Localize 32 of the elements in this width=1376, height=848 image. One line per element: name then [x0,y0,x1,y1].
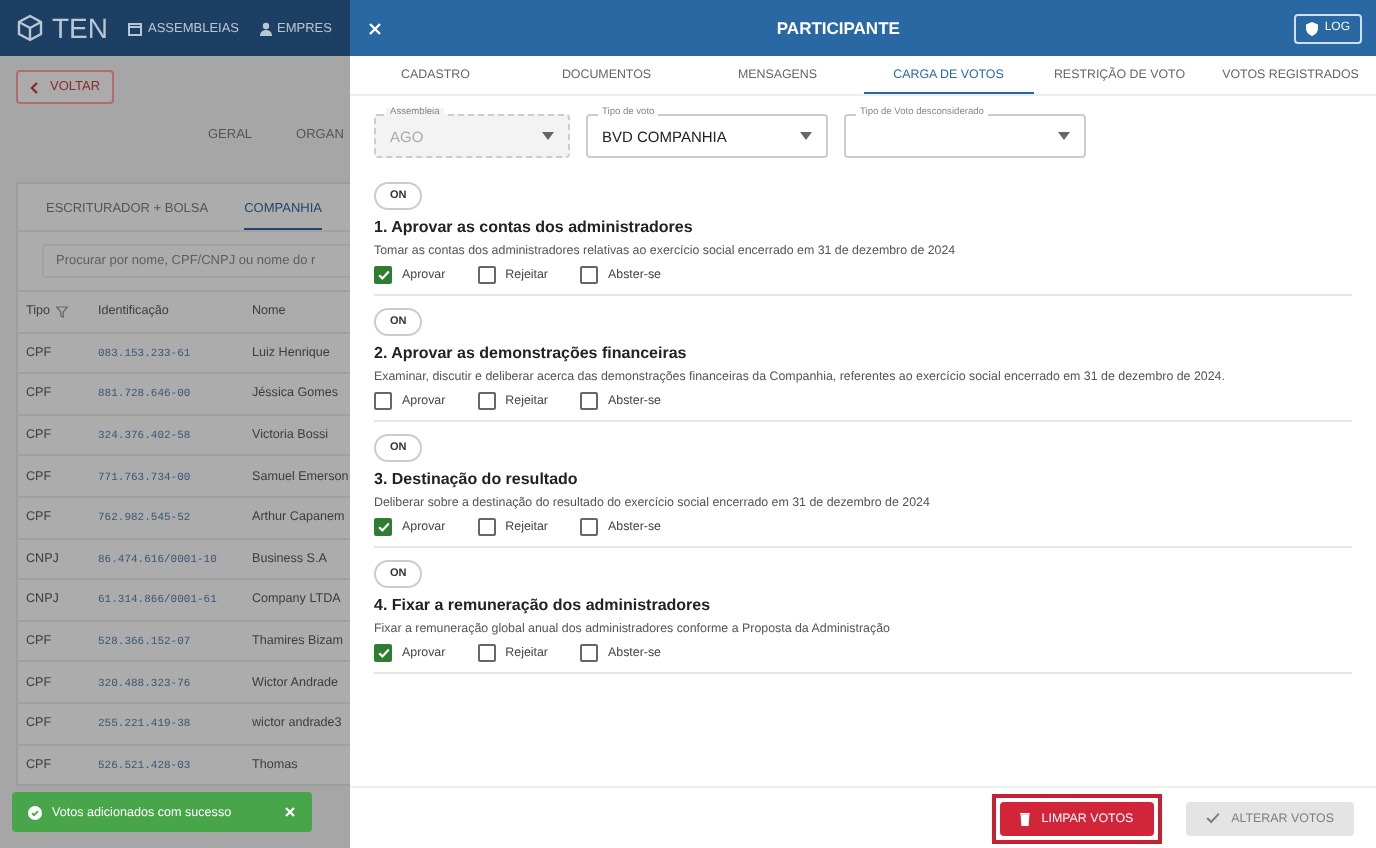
checkbox[interactable] [374,644,392,662]
checkbox[interactable] [580,644,598,662]
resolution-title: 1. Aprovar as contas dos administradores [374,218,695,236]
checkbox[interactable] [580,518,598,536]
trash-icon [1019,811,1030,825]
checkbox[interactable] [580,266,598,284]
checkbox[interactable] [477,266,496,284]
resolution-title: 3. Destinação do resultado [374,470,580,488]
resolution-title: 4. Fixar a remuneração dos administradores [374,596,713,614]
caret-icon [1058,132,1070,140]
checkbox[interactable] [477,644,496,662]
logo-text: TEN [52,12,108,44]
check-circle-icon [28,805,42,819]
checkbox[interactable] [374,392,392,410]
drawer-title: PARTICIPANTE [774,18,902,38]
checkbox[interactable] [374,266,392,284]
chevron-left-icon [30,81,38,93]
close-icon[interactable] [368,21,382,35]
shield-icon [1306,21,1319,35]
checkbox[interactable] [580,392,598,410]
filter-icon[interactable] [56,305,69,318]
person-icon [259,21,272,35]
checkbox[interactable] [374,518,392,536]
resolution-title: 2. Aprovar as demonstrações financeiras [374,344,689,362]
logo-icon [16,14,44,42]
checkbox[interactable] [477,392,496,410]
calendar-icon [128,21,142,35]
check-icon [1205,812,1220,824]
close-icon[interactable] [284,806,296,818]
caret-icon [800,132,812,140]
caret-icon [542,132,554,140]
checkbox[interactable] [477,518,496,536]
